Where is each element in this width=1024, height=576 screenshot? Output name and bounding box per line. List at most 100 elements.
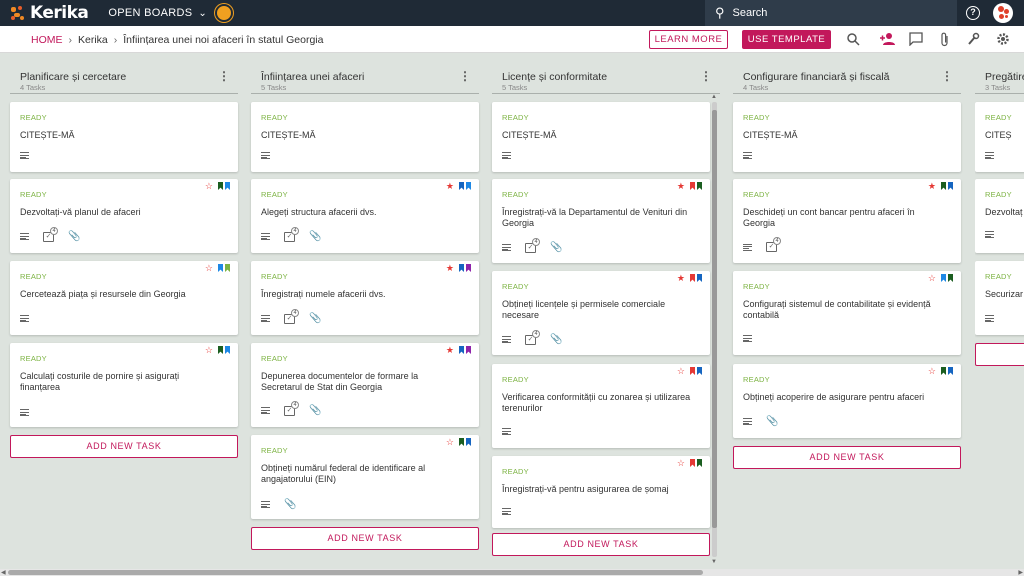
card-flags: ☆	[205, 345, 230, 355]
task-card[interactable]: ★ READY Obțineți licențele și permisele …	[492, 271, 710, 355]
open-boards-menu[interactable]: OPEN BOARDS ⌄	[108, 7, 207, 19]
attachment-icon: 📎	[309, 313, 322, 324]
star-filled-icon[interactable]: ★	[677, 181, 685, 191]
status-label: READY	[20, 190, 47, 199]
add-new-task-button[interactable]: ADD NEW TASK	[251, 527, 479, 550]
column-title[interactable]: Planificare și cercetare	[20, 71, 126, 83]
more-vert-icon[interactable]: ⋮	[218, 70, 230, 82]
task-card[interactable]: READY Dezvoltaț	[975, 179, 1024, 253]
task-card[interactable]: READY CITEȘTE-MĂ	[733, 102, 961, 172]
add-new-task-button[interactable]: ADD NEW TASK	[10, 435, 238, 458]
add-new-task-button[interactable]	[975, 343, 1024, 366]
task-card[interactable]: READY Securizar	[975, 261, 1024, 335]
star-outline-icon[interactable]: ☆	[446, 437, 454, 447]
sun-icon[interactable]	[217, 6, 232, 20]
description-icon	[20, 233, 29, 240]
add-new-task-button[interactable]: ADD NEW TASK	[492, 533, 710, 556]
search-icon[interactable]	[845, 32, 861, 48]
card-title: Dezvoltaț	[985, 207, 1023, 217]
star-outline-icon[interactable]: ☆	[677, 366, 685, 376]
column-title[interactable]: Licențe și conformitate	[502, 71, 607, 83]
task-card[interactable]: ★ READY Depunerea documentelor de formar…	[251, 343, 479, 427]
scrollbar-thumb[interactable]	[8, 570, 703, 575]
add-person-icon[interactable]	[879, 32, 895, 48]
avatar[interactable]	[993, 3, 1013, 23]
star-filled-icon[interactable]: ★	[446, 263, 454, 273]
bookmark-icon	[948, 182, 953, 190]
scrollbar-thumb[interactable]	[712, 110, 717, 528]
star-filled-icon[interactable]: ★	[446, 345, 454, 355]
bookmark-icon	[697, 459, 702, 467]
help-icon[interactable]: ?	[966, 6, 980, 20]
card-title: CITEȘTE-MĂ	[743, 130, 798, 140]
kerika-logo[interactable]: Kerika	[10, 3, 89, 23]
star-outline-icon[interactable]: ☆	[205, 345, 213, 355]
use-template-button[interactable]: USE TEMPLATE	[742, 30, 831, 49]
card-icons: 📎	[743, 416, 778, 427]
bookmark-icon	[459, 346, 464, 354]
scroll-down-icon[interactable]: ▼	[711, 559, 717, 565]
task-card[interactable]: READY CITEȘTE-MĂ	[10, 102, 238, 172]
column-header: Înființarea unei afaceri 5 Tasks ⋮	[251, 54, 479, 94]
star-outline-icon[interactable]: ☆	[205, 181, 213, 191]
add-new-task-button[interactable]: ADD NEW TASK	[733, 446, 961, 469]
board-horizontal-scrollbar[interactable]: ◀ ▶	[0, 569, 1024, 576]
task-card[interactable]: ☆ READY Configurați sistemul de contabil…	[733, 271, 961, 355]
column-title[interactable]: Pregătire	[985, 71, 1024, 83]
star-filled-icon[interactable]: ★	[928, 181, 936, 191]
column-title[interactable]: Configurare financiară și fiscală	[743, 71, 890, 83]
star-outline-icon[interactable]: ☆	[205, 263, 213, 273]
card-title: Înregistrați-vă la Departamentul de Veni…	[502, 207, 688, 228]
column-header: Configurare financiară și fiscală 4 Task…	[733, 54, 961, 94]
task-card[interactable]: ★ READY Înregistrați numele afacerii dvs…	[251, 261, 479, 335]
column-scrollbar[interactable]: ▲ ▼	[711, 94, 717, 565]
learn-more-button[interactable]: LEARN MORE	[649, 30, 728, 49]
gear-icon[interactable]	[995, 32, 1011, 48]
more-vert-icon[interactable]: ⋮	[700, 70, 712, 82]
task-card[interactable]: ☆ READY Verificarea conformității cu zon…	[492, 364, 710, 448]
task-card[interactable]: ★ READY Alegeți structura afacerii dvs. …	[251, 179, 479, 253]
scroll-up-icon[interactable]: ▲	[711, 94, 717, 100]
card-icons: ✓ 4 📎	[261, 226, 321, 242]
scroll-right-icon[interactable]: ▶	[1018, 569, 1023, 576]
attachment-icon[interactable]	[937, 32, 953, 48]
task-card[interactable]: ☆ READY Obțineți numărul federal de iden…	[251, 435, 479, 519]
scroll-left-icon[interactable]: ◀	[1, 569, 6, 576]
task-card[interactable]: ★ READY Înregistrați-vă la Departamentul…	[492, 179, 710, 263]
description-icon	[261, 315, 270, 322]
checklist-count: 4	[291, 226, 299, 235]
star-filled-icon[interactable]: ★	[446, 181, 454, 191]
more-vert-icon[interactable]: ⋮	[941, 70, 953, 82]
task-card[interactable]: ☆ READY Cercetează piața și resursele di…	[10, 261, 238, 335]
task-card[interactable]: ★ READY Deschideți un cont bancar pentru…	[733, 179, 961, 263]
task-count: 4 Tasks	[20, 83, 46, 92]
task-card[interactable]: READY CITEȘTE-MĂ	[492, 102, 710, 172]
breadcrumb-parent[interactable]: Kerika	[78, 34, 108, 46]
chat-icon[interactable]	[908, 32, 924, 48]
column-title[interactable]: Înființarea unei afaceri	[261, 71, 364, 83]
description-icon	[20, 315, 29, 322]
card-title: CITEȘTE-MĂ	[20, 130, 75, 140]
task-card[interactable]: ☆ READY Înregistrați-vă pentru asigurare…	[492, 456, 710, 528]
more-vert-icon[interactable]: ⋮	[459, 70, 471, 82]
task-card[interactable]: ☆ READY Dezvoltați-vă planul de afaceri …	[10, 179, 238, 253]
attachment-icon: 📎	[309, 405, 322, 416]
wrench-icon[interactable]	[965, 32, 981, 48]
task-card[interactable]: ☆ READY Calculați costurile de pornire ș…	[10, 343, 238, 427]
task-card[interactable]: READY CITEȘTE-MĂ	[251, 102, 479, 172]
search-input[interactable]: ⚲ Search	[705, 0, 957, 26]
task-card[interactable]: READY CITEȘ	[975, 102, 1024, 172]
card-title: Obțineți acoperire de asigurare pentru a…	[743, 392, 925, 402]
bookmark-icon	[941, 182, 946, 190]
task-card[interactable]: ☆ READY Obțineți acoperire de asigurare …	[733, 364, 961, 438]
status-label: READY	[20, 113, 47, 122]
checklist-icon: ✓ 4	[284, 400, 299, 416]
star-filled-icon[interactable]: ★	[677, 273, 685, 283]
card-icons: ✓ 4 📎	[261, 400, 322, 416]
breadcrumb-home[interactable]: HOME	[31, 34, 63, 46]
star-outline-icon[interactable]: ☆	[928, 366, 936, 376]
card-flags: ★	[446, 181, 471, 191]
star-outline-icon[interactable]: ☆	[677, 458, 685, 468]
bookmark-icon	[690, 459, 695, 467]
star-outline-icon[interactable]: ☆	[928, 273, 936, 283]
